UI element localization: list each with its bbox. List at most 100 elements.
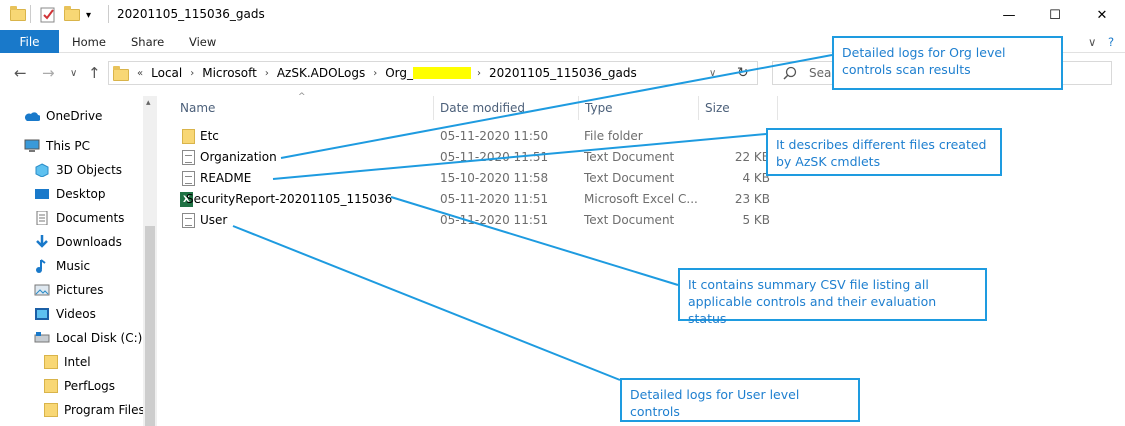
computer-icon <box>24 139 40 152</box>
scroll-up-icon[interactable]: ▴ <box>146 98 151 108</box>
file-name: Organization <box>200 150 277 164</box>
file-name: README <box>200 171 252 185</box>
nav-item-pictures[interactable]: Pictures <box>34 280 104 300</box>
address-bar[interactable]: « Local › Microsoft › AzSK.ADOLogs › Org… <box>108 61 758 85</box>
nav-item-3d-objects[interactable]: 3D Objects <box>34 160 122 180</box>
nav-item-documents[interactable]: Documents <box>34 208 124 228</box>
text-file-icon <box>182 171 195 186</box>
file-date: 05-11-2020 11:50 <box>440 129 549 143</box>
nav-item-downloads[interactable]: Downloads <box>34 232 122 252</box>
column-header-name[interactable]: Name <box>180 101 215 115</box>
title-bar: ▾ 20201105_115036_gads — ☐ ✕ <box>0 0 1125 30</box>
column-header-type[interactable]: Type <box>585 101 613 115</box>
folder-icon <box>44 355 58 369</box>
help-icon[interactable]: ? <box>1108 35 1114 49</box>
breadcrumb-separator-icon[interactable]: › <box>373 68 377 79</box>
callout-user-logs: Detailed logs for User level controls <box>620 378 860 422</box>
refresh-icon[interactable]: ↻ <box>737 65 749 81</box>
file-type: Text Document <box>584 150 675 164</box>
text-file-icon <box>182 150 195 165</box>
nav-item-desktop[interactable]: Desktop <box>34 184 106 204</box>
breadcrumb-azsk[interactable]: AzSK.ADOLogs <box>277 66 365 80</box>
document-icon <box>36 211 48 225</box>
file-row-security-report[interactable]: X SecurityReport-20201105_115036 05-11-2… <box>170 189 780 210</box>
nav-item-local-disk[interactable]: Local Disk (C:) <box>34 328 142 348</box>
up-arrow-icon[interactable]: ↑ <box>88 64 101 82</box>
desktop-icon <box>35 189 49 199</box>
column-separator[interactable] <box>433 96 434 120</box>
video-icon <box>35 308 49 320</box>
breadcrumb-org[interactable]: Org_ <box>385 66 413 80</box>
forward-arrow-icon[interactable]: → <box>42 64 55 82</box>
breadcrumb-separator-icon[interactable]: › <box>477 68 481 79</box>
folder-icon <box>44 403 58 417</box>
callout-security-report: It contains summary CSV file listing all… <box>678 268 987 326</box>
cube-icon <box>35 163 49 177</box>
file-row-organization[interactable]: Organization 05-11-2020 11:51 Text Docum… <box>170 147 780 168</box>
breadcrumb-microsoft[interactable]: Microsoft <box>202 66 257 80</box>
nav-item-this-pc[interactable]: This PC <box>24 136 90 156</box>
file-type: Microsoft Excel C... <box>584 192 698 206</box>
download-icon <box>36 235 48 248</box>
breadcrumb-current[interactable]: 20201105_115036_gads <box>489 66 637 80</box>
file-date: 15-10-2020 11:58 <box>440 171 549 185</box>
folder-icon <box>44 379 58 393</box>
disk-icon <box>34 332 50 343</box>
file-name: User <box>200 213 228 227</box>
column-header-date[interactable]: Date modified <box>440 101 525 115</box>
file-name: SecurityReport-20201105_115036 <box>186 192 393 206</box>
picture-icon <box>34 284 50 296</box>
close-button[interactable]: ✕ <box>1079 0 1125 30</box>
column-header-size[interactable]: Size <box>705 101 730 115</box>
nav-item-perflogs[interactable]: PerfLogs <box>44 376 115 396</box>
column-separator[interactable] <box>578 96 579 120</box>
overflow-icon[interactable]: « <box>137 68 143 79</box>
music-icon <box>36 259 46 273</box>
connector-user <box>232 225 621 381</box>
column-separator[interactable] <box>698 96 699 120</box>
callout-org-logs: Detailed logs for Org level controls sca… <box>832 36 1063 90</box>
file-row-etc[interactable]: Etc 05-11-2020 11:50 File folder <box>170 126 780 147</box>
folder-icon <box>182 129 195 144</box>
tab-share[interactable]: Share <box>131 35 164 49</box>
folder-icon <box>10 6 26 24</box>
minimize-button[interactable]: — <box>986 0 1032 30</box>
file-date: 05-11-2020 11:51 <box>440 213 549 227</box>
file-type: Text Document <box>584 171 675 185</box>
tab-view[interactable]: View <box>189 35 216 49</box>
folder-icon <box>113 65 129 81</box>
file-size: 23 KB <box>734 192 770 206</box>
divider <box>30 5 31 23</box>
breadcrumb-separator-icon[interactable]: › <box>190 68 194 79</box>
nav-item-program-files[interactable]: Program Files <box>44 400 145 420</box>
maximize-button[interactable]: ☐ <box>1032 0 1078 30</box>
column-separator[interactable] <box>777 96 778 120</box>
file-date: 05-11-2020 11:51 <box>440 150 549 164</box>
tab-home[interactable]: Home <box>72 35 106 49</box>
window-title: 20201105_115036_gads <box>117 7 265 21</box>
file-date: 05-11-2020 11:51 <box>440 192 549 206</box>
breadcrumb-local[interactable]: Local <box>151 66 182 80</box>
sort-ascending-icon: ^ <box>298 92 306 102</box>
quick-access-dropdown-icon[interactable]: ▾ <box>86 6 91 24</box>
back-arrow-icon[interactable]: ← <box>14 64 27 82</box>
nav-item-onedrive[interactable]: OneDrive <box>24 106 102 126</box>
file-row-user[interactable]: User 05-11-2020 11:51 Text Document 5 KB <box>170 210 780 231</box>
file-type: File folder <box>584 129 643 143</box>
breadcrumb-separator-icon[interactable]: › <box>265 68 269 79</box>
nav-item-videos[interactable]: Videos <box>34 304 96 324</box>
callout-readme: It describes different files created by … <box>766 128 1002 176</box>
recent-locations-icon[interactable]: ∨ <box>70 68 77 79</box>
properties-icon[interactable] <box>40 6 56 24</box>
search-icon <box>783 66 797 80</box>
file-size: 22 KB <box>734 150 770 164</box>
ribbon-expand-icon[interactable]: ∨ <box>1088 35 1096 49</box>
nav-scroll-thumb[interactable] <box>145 226 155 426</box>
tab-file[interactable]: File <box>0 30 59 53</box>
nav-item-music[interactable]: Music <box>34 256 90 276</box>
nav-item-intel[interactable]: Intel <box>44 352 91 372</box>
new-folder-icon[interactable] <box>64 6 80 24</box>
file-size: 5 KB <box>742 213 770 227</box>
file-row-readme[interactable]: README 15-10-2020 11:58 Text Document 4 … <box>170 168 780 189</box>
address-dropdown-icon[interactable]: ∨ <box>709 68 716 79</box>
